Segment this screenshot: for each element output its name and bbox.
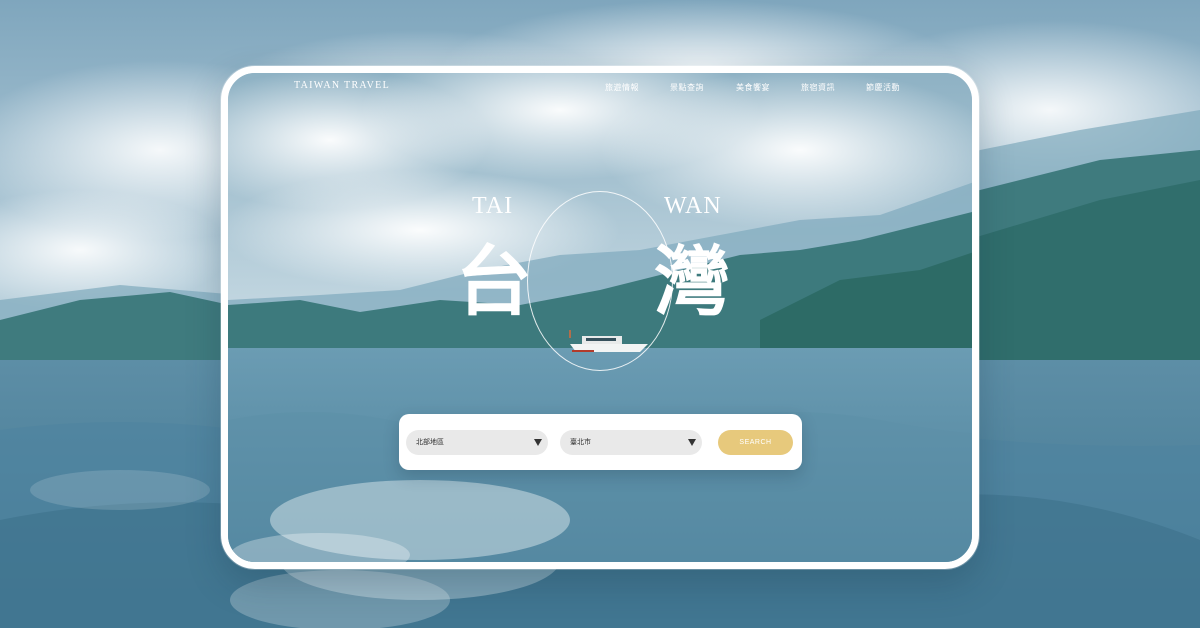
caret-down-icon	[534, 439, 542, 446]
main-nav: 旅遊情報 景點查詢 美食饗宴 旅宿資訊 節慶活動	[598, 82, 908, 96]
region-select[interactable]: 北部地區	[406, 430, 548, 455]
search-card: 北部地區 臺北市 SEARCH	[399, 414, 802, 470]
nav-item-spots[interactable]: 景點查詢	[670, 82, 704, 93]
nav-item-lodging[interactable]: 旅宿資訊	[801, 82, 835, 93]
nav-item-festivals[interactable]: 節慶活動	[866, 82, 900, 93]
region-select-value: 北部地區	[416, 439, 444, 446]
city-select-value: 臺北市	[570, 439, 591, 446]
nav-item-food[interactable]: 美食饗宴	[736, 82, 770, 93]
hero-photo	[228, 73, 972, 562]
brand-logo[interactable]: TAIWAN TRAVEL	[294, 80, 390, 91]
nav-item-travel-info[interactable]: 旅遊情報	[605, 82, 639, 93]
website-frame	[221, 66, 979, 569]
caret-down-icon	[688, 439, 696, 446]
search-button[interactable]: SEARCH	[718, 430, 793, 455]
city-select[interactable]: 臺北市	[560, 430, 702, 455]
